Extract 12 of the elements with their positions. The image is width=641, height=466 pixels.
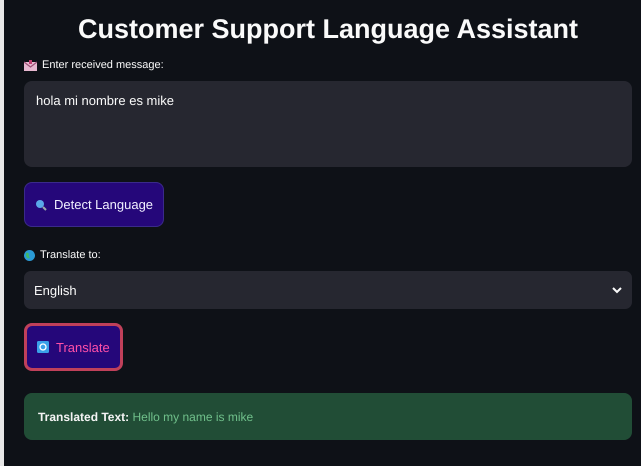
- globe-icon: [24, 250, 35, 260]
- translate-button[interactable]: Translate: [24, 323, 123, 371]
- translate-to-label: Translate to:: [40, 249, 101, 261]
- app-title: Customer Support Language Assistant: [76, 14, 580, 45]
- detect-language-button[interactable]: Detect Language: [24, 182, 164, 227]
- envelope-icon: [24, 60, 37, 70]
- language-dropdown[interactable]: English: [24, 271, 632, 309]
- chevron-down-icon: [612, 286, 622, 294]
- message-label: Enter received message:: [42, 59, 164, 71]
- magnifier-icon: [35, 198, 47, 210]
- translated-text: Translated Text: Hello my name is mike: [38, 410, 254, 424]
- message-field[interactable]: hola mi nombre es mike: [24, 81, 632, 167]
